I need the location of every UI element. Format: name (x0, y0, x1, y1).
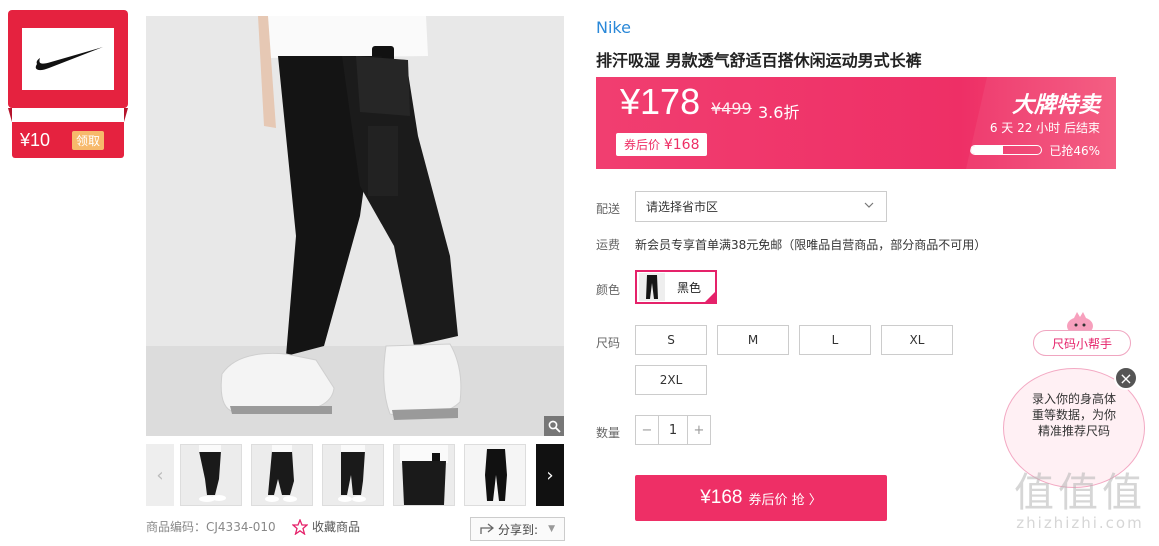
buy-button[interactable]: ¥168 券后价 抢 〉 (635, 475, 887, 521)
shipping-label: 运费 (596, 238, 621, 252)
coupon-bottom: ¥10 领取 (12, 122, 124, 158)
product-photo (146, 16, 564, 436)
thumbnail-1-image (199, 445, 226, 502)
coupon-amount: ¥10 (20, 129, 51, 150)
after-coupon-label: 券后价 (624, 138, 661, 152)
size-helper-line-1: 录入你的身高体 (1031, 392, 1116, 406)
color-option-black[interactable]: 黑色 (635, 270, 717, 304)
coupon-fold-left (8, 108, 12, 122)
thumbnail-3[interactable] (322, 444, 384, 506)
sold-progress-bar (970, 145, 1042, 155)
discount: 3.6折 (758, 103, 800, 122)
thumbnail-3-image (338, 445, 366, 502)
watermark-url: zhizhizhi.com (1016, 514, 1144, 532)
selected-check-icon (703, 290, 717, 304)
current-price: ¥178 (620, 81, 701, 122)
quantity-plus-button[interactable]: + (688, 416, 710, 444)
quantity-label: 数量 (596, 426, 621, 440)
share-label: 分享到: (498, 522, 539, 537)
buy-button-price: ¥168 (700, 487, 743, 508)
thumbnail-2[interactable] (251, 444, 313, 506)
thumbnail-5-image (465, 445, 525, 505)
thumbnail-prev-arrow[interactable]: ‹ (146, 444, 174, 506)
flash-sale-title: 大牌特卖 (1011, 93, 1100, 118)
size-option-l[interactable]: L (799, 325, 871, 355)
shipping-text: 新会员专享首单满38元免邮（限唯品自营商品，部分商品不可用） (635, 238, 987, 252)
product-code: 商品编码：CJ4334-010 (146, 520, 276, 534)
price-box: ¥178 ¥499 3.6折 券后价 ¥168 大牌特卖 6 天 22 小时 后… (596, 77, 1116, 169)
watermark: 值值值 zhizhizhi.com (1010, 460, 1150, 532)
brand-link[interactable]: Nike (596, 18, 631, 37)
thumbnail-5[interactable] (464, 444, 526, 506)
coupon-claim-button[interactable]: 领取 (72, 130, 105, 150)
quantity-stepper: − 1 + (635, 415, 711, 445)
color-swatch (639, 273, 665, 301)
size-option-s[interactable]: S (635, 325, 707, 355)
thumbnail-1[interactable] (180, 444, 242, 506)
thumbnail-next-arrow[interactable]: › (536, 444, 564, 506)
nike-swoosh-icon (35, 47, 104, 71)
thumbnail-2-image (265, 445, 297, 502)
watermark-logo: 值值值 (1014, 470, 1146, 516)
star-icon (292, 518, 308, 535)
flash-sale-panel: 大牌特卖 6 天 22 小时 后结束 已抢46% (966, 77, 1116, 169)
buy-button-text: 券后价 抢 〉 (748, 492, 822, 508)
size-label: 尺码 (596, 336, 621, 350)
coupon-fold-right (124, 108, 128, 122)
flash-sale-countdown: 6 天 22 小时 后结束 (989, 121, 1100, 135)
thumbnail-4[interactable] (393, 444, 455, 506)
favorite-button[interactable]: 收藏商品 (292, 518, 360, 535)
size-helper-tag[interactable]: 尺码小帮手 (1033, 330, 1131, 356)
size-helper-line-3: 精准推荐尺码 (1037, 424, 1110, 438)
share-icon (480, 523, 495, 534)
after-coupon-price: 券后价 ¥168 (616, 133, 708, 156)
after-coupon-value: ¥168 (663, 137, 700, 153)
thumbnail-4-image (400, 445, 448, 505)
size-helper-line-2: 重等数据，为你 (1031, 408, 1116, 422)
brand-logo (22, 28, 114, 90)
sold-percentage: 已抢46% (1049, 144, 1100, 158)
region-select[interactable]: 请选择省市区 (635, 191, 887, 222)
quantity-input[interactable]: 1 (658, 416, 688, 444)
chevron-down-icon (864, 200, 874, 213)
favorite-label: 收藏商品 (312, 520, 361, 534)
region-select-value: 请选择省市区 (646, 200, 719, 214)
delivery-label: 配送 (596, 202, 621, 216)
coupon-badge[interactable]: ¥10 领取 (8, 10, 128, 158)
size-option-m[interactable]: M (717, 325, 789, 355)
close-icon[interactable]: × (1114, 366, 1138, 390)
size-option-2xl[interactable]: 2XL (635, 365, 707, 395)
product-title: 排汗吸湿 男款透气舒适百搭休闲运动男式长裤 (596, 51, 922, 70)
thumbnail-strip: ‹ › (146, 444, 564, 506)
sold-progress-fill (971, 146, 1004, 154)
original-price: ¥499 (711, 99, 752, 118)
color-option-label: 黑色 (677, 280, 702, 295)
magnifier-icon (548, 420, 561, 433)
color-label: 颜色 (596, 283, 621, 297)
zoom-icon[interactable] (544, 416, 564, 436)
quantity-minus-button[interactable]: − (636, 416, 658, 444)
main-product-image[interactable] (146, 16, 564, 436)
share-dropdown-icon: ▼ (548, 524, 555, 534)
size-option-xl[interactable]: XL (881, 325, 953, 355)
share-button[interactable]: 分享到: ▼ (470, 517, 565, 541)
